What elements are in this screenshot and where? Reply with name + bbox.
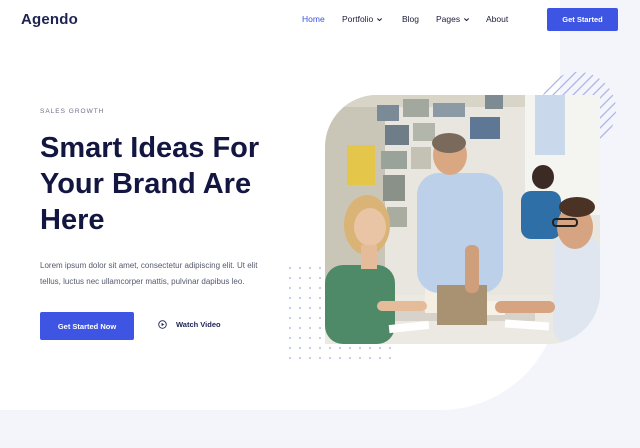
decor-dot (309, 277, 311, 279)
decor-dot (359, 347, 361, 349)
lower-section-band (0, 410, 640, 448)
decor-dot (319, 317, 321, 319)
decor-dot (299, 307, 301, 309)
decor-dot (289, 267, 291, 269)
nav-label: Blog (402, 14, 420, 24)
decor-dot (309, 357, 311, 359)
hero-headline: Smart Ideas For Your Brand Are Here (40, 130, 300, 238)
decor-dot (319, 327, 321, 329)
decor-dot (309, 347, 311, 349)
headline-line: Here (40, 204, 105, 236)
decor-dot (379, 347, 381, 349)
description-line: tellus, luctus nec ullamcorper mattis, p… (40, 277, 245, 286)
decor-dot (319, 337, 321, 339)
decor-dot (369, 357, 371, 359)
nav-label: About (486, 14, 509, 24)
description-line: Lorem ipsum dolor sit amet, consectetur … (40, 261, 258, 270)
decor-dot (299, 337, 301, 339)
decor-dot (309, 267, 311, 269)
decor-dot (289, 297, 291, 299)
decor-dot (309, 287, 311, 289)
decor-dot (299, 347, 301, 349)
nav-item-home[interactable]: Home (302, 14, 325, 24)
decor-dot (329, 347, 331, 349)
chevron-down-icon (464, 17, 470, 21)
decor-dot (319, 307, 321, 309)
decor-dot (319, 297, 321, 299)
nav-item-blog[interactable]: Blog (402, 14, 419, 24)
decor-dot (289, 347, 291, 349)
decor-dot (289, 327, 291, 329)
hero-eyebrow: SALES GROWTH (40, 108, 105, 115)
headline-line: Smart Ideas For (40, 132, 260, 164)
decor-dot (319, 357, 321, 359)
hero-description: Lorem ipsum dolor sit amet, consectetur … (40, 258, 280, 290)
decor-dot (389, 357, 391, 359)
decor-dot (299, 317, 301, 319)
decor-dot (339, 347, 341, 349)
decor-dot (369, 347, 371, 349)
decor-dot (309, 307, 311, 309)
decor-dot (289, 337, 291, 339)
decor-dot (299, 277, 301, 279)
decor-dot (319, 267, 321, 269)
decor-dot (299, 327, 301, 329)
nav-item-portfolio[interactable]: Portfolio (342, 14, 383, 24)
nav-label: Pages (436, 14, 461, 24)
nav-label: Home (302, 14, 325, 24)
decor-dot (299, 267, 301, 269)
decor-dot (359, 357, 361, 359)
watch-video-button[interactable]: Watch Video (158, 320, 221, 329)
decor-dot (289, 307, 291, 309)
nav-label: Portfolio (342, 14, 374, 24)
decor-dot (289, 317, 291, 319)
decor-dot (379, 357, 381, 359)
get-started-now-button[interactable]: Get Started Now (40, 312, 134, 340)
decor-dot (319, 277, 321, 279)
header-get-started-button[interactable]: Get Started (547, 8, 618, 31)
play-circle-icon (158, 320, 167, 329)
decor-dot (349, 357, 351, 359)
watch-video-label: Watch Video (176, 320, 221, 329)
decor-dot (289, 287, 291, 289)
decor-dot (289, 277, 291, 279)
nav-item-pages[interactable]: Pages (436, 14, 470, 24)
decor-dot (299, 357, 301, 359)
decor-dot (319, 347, 321, 349)
hero-team-photo (325, 95, 600, 344)
decor-dot (309, 297, 311, 299)
decor-dot (329, 357, 331, 359)
site-logo[interactable]: Agendo (21, 11, 78, 28)
decor-dot (299, 287, 301, 289)
nav-item-about[interactable]: About (486, 14, 508, 24)
decor-dot (309, 327, 311, 329)
decor-dot (389, 347, 391, 349)
chevron-down-icon (377, 17, 383, 21)
decor-dot (349, 347, 351, 349)
headline-line: Your Brand Are (40, 168, 252, 200)
decor-dot (299, 297, 301, 299)
decor-dot (309, 337, 311, 339)
decor-dot (339, 357, 341, 359)
decor-dot (309, 317, 311, 319)
decor-dot (289, 357, 291, 359)
decor-dot (319, 287, 321, 289)
